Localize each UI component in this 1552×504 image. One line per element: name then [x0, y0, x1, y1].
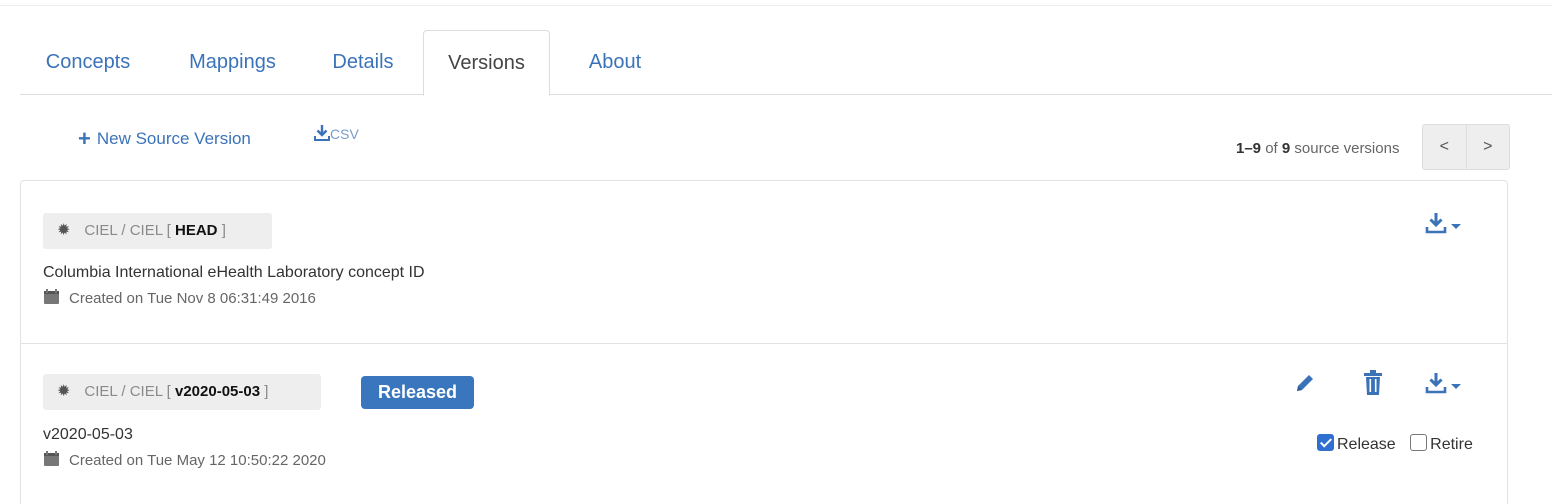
version-list: ✹ CIEL / CIEL [ HEAD ] Columbia Internati…	[20, 180, 1508, 504]
download-dropdown-button[interactable]	[1425, 371, 1469, 402]
version-created-text: Created on Tue May 12 10:50:22 2020	[69, 452, 326, 469]
gear-icon: ✹	[57, 383, 71, 400]
version-created: Created on Tue Nov 8 06:31:49 2016	[43, 289, 316, 307]
release-check-box[interactable]	[1317, 434, 1334, 451]
previous-page-button[interactable]: <	[1423, 125, 1466, 169]
gear-icon: ✹	[57, 222, 71, 239]
calendar-icon	[44, 289, 59, 304]
plus-icon: +	[78, 126, 91, 151]
next-page-button[interactable]: >	[1465, 125, 1510, 169]
source-versions-page: Concepts Mappings Details Versions About…	[0, 0, 1552, 504]
edit-version-button[interactable]	[1293, 371, 1317, 400]
download-icon	[1425, 213, 1461, 234]
pagination-summary: 1–9 of 9 source versions	[1236, 140, 1399, 157]
version-label[interactable]: ✹ CIEL / CIEL [ HEAD ]	[43, 213, 272, 249]
pagination-of: of	[1265, 140, 1278, 157]
version-item-v2020-05-03: ✹ CIEL / CIEL [ v2020-05-03 ] Released v2…	[21, 344, 1507, 504]
delete-version-button[interactable]	[1362, 370, 1384, 401]
retire-check-box[interactable]	[1410, 434, 1428, 451]
retire-checkbox[interactable]: Retire	[1410, 434, 1473, 453]
download-dropdown-button[interactable]	[1425, 211, 1469, 242]
version-item-head: ✹ CIEL / CIEL [ HEAD ] Columbia Internati…	[21, 181, 1507, 344]
version-id: v2020-05-03	[175, 383, 261, 400]
top-divider	[0, 5, 1552, 6]
trash-icon	[1364, 370, 1382, 395]
pagination-total: 9	[1281, 140, 1291, 157]
version-created-text: Created on Tue Nov 8 06:31:49 2016	[69, 290, 316, 307]
tab-versions[interactable]: Versions	[423, 30, 550, 96]
pencil-icon	[1297, 375, 1313, 391]
version-label-suffix: ]	[264, 383, 269, 400]
tab-about[interactable]: About	[560, 30, 670, 94]
version-description: Columbia International eHealth Laborator…	[43, 264, 425, 281]
released-badge: Released	[361, 376, 474, 409]
csv-label: CSV	[330, 126, 359, 142]
version-created: Created on Tue May 12 10:50:22 2020	[43, 451, 326, 469]
release-checkbox[interactable]: Release	[1317, 434, 1396, 453]
calendar-icon	[44, 451, 59, 466]
download-csv-button[interactable]: CSV	[314, 124, 359, 148]
tab-concepts[interactable]: Concepts	[20, 30, 156, 94]
pagination-controls: < >	[1422, 124, 1510, 170]
version-label-suffix: ]	[221, 222, 226, 239]
source-tabs: Concepts Mappings Details Versions About	[20, 30, 1552, 96]
new-source-version-button[interactable]: + New Source Version	[78, 128, 251, 154]
version-status-checks: Release Retire	[1317, 434, 1483, 454]
retire-label: Retire	[1430, 436, 1473, 453]
pagination-suffix: source versions	[1294, 140, 1400, 157]
download-icon	[314, 125, 330, 141]
release-label: Release	[1337, 436, 1396, 453]
download-icon	[1425, 373, 1461, 394]
version-description: v2020-05-03	[43, 426, 133, 443]
version-id: HEAD	[175, 222, 218, 239]
version-label-prefix: CIEL / CIEL [	[84, 383, 171, 400]
version-label-prefix: CIEL / CIEL [	[84, 222, 171, 239]
tab-details[interactable]: Details	[310, 30, 416, 94]
tab-mappings[interactable]: Mappings	[165, 30, 300, 94]
pagination-range: 1–9	[1236, 140, 1262, 157]
new-source-version-label: New Source Version	[96, 129, 251, 148]
version-label[interactable]: ✹ CIEL / CIEL [ v2020-05-03 ]	[43, 374, 321, 410]
